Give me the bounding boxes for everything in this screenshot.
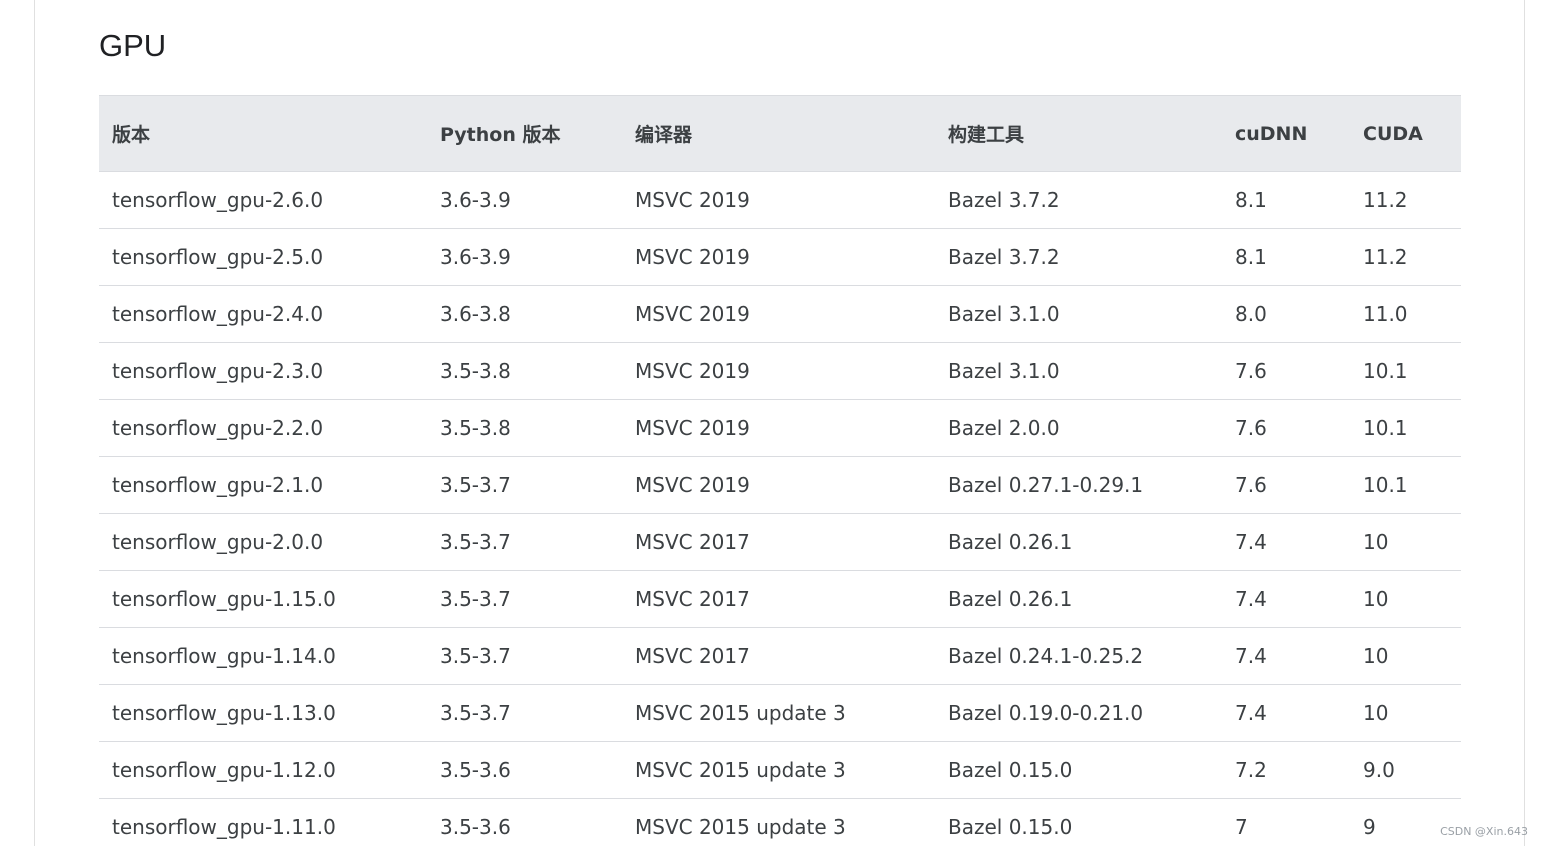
cell-compiler: MSVC 2015 update 3 [622,741,935,799]
cell-cudnn: 8.1 [1222,228,1350,286]
content-frame-left-border [34,0,35,846]
cell-cudnn: 8.0 [1222,285,1350,343]
column-header-build-tool: 构建工具 [935,95,1222,172]
table-row: tensorflow_gpu-2.5.0 3.6-3.9 MSVC 2019 Baze… [99,228,1461,286]
gpu-build-config-table: 版本 Python 版本 编译器 构建工具 cuDNN CUDA tensorflow_g… [99,95,1461,846]
cell-python-version: 3.6-3.9 [427,228,622,286]
cell-cuda: 10 [1350,570,1461,628]
cell-compiler: MSVC 2015 update 3 [622,798,935,846]
cell-version: tensorflow_gpu-1.11.0 [99,798,427,846]
cell-cuda: 10.1 [1350,399,1461,457]
cell-cuda: 11.2 [1350,228,1461,286]
cell-build-tool: Bazel 0.24.1-0.25.2 [935,627,1222,685]
cell-python-version: 3.5-3.7 [427,684,622,742]
cell-compiler: MSVC 2019 [622,228,935,286]
cell-cuda: 10 [1350,513,1461,571]
cell-cudnn: 7.4 [1222,513,1350,571]
table-header-row: 版本 Python 版本 编译器 构建工具 cuDNN CUDA [99,95,1461,172]
cell-cudnn: 8.1 [1222,171,1350,229]
cell-version: tensorflow_gpu-2.6.0 [99,171,427,229]
cell-cudnn: 7.6 [1222,456,1350,514]
cell-build-tool: Bazel 3.7.2 [935,171,1222,229]
cell-python-version: 3.5-3.6 [427,798,622,846]
cell-python-version: 3.6-3.9 [427,171,622,229]
cell-compiler: MSVC 2019 [622,171,935,229]
cell-compiler: MSVC 2017 [622,627,935,685]
table-row: tensorflow_gpu-2.3.0 3.5-3.8 MSVC 2019 Baze… [99,342,1461,400]
cell-cuda: 10 [1350,684,1461,742]
cell-build-tool: Bazel 0.15.0 [935,798,1222,846]
cell-cuda: 10.1 [1350,456,1461,514]
cell-build-tool: Bazel 0.19.0-0.21.0 [935,684,1222,742]
cell-version: tensorflow_gpu-1.15.0 [99,570,427,628]
cell-build-tool: Bazel 0.15.0 [935,741,1222,799]
table-row: tensorflow_gpu-1.14.0 3.5-3.7 MSVC 2017 Baz… [99,627,1461,685]
cell-cudnn: 7 [1222,798,1350,846]
cell-version: tensorflow_gpu-2.5.0 [99,228,427,286]
table-row: tensorflow_gpu-1.12.0 3.5-3.6 MSVC 2015 up… [99,741,1461,799]
cell-python-version: 3.5-3.7 [427,570,622,628]
cell-version: tensorflow_gpu-1.12.0 [99,741,427,799]
cell-compiler: MSVC 2019 [622,285,935,343]
table-row: tensorflow_gpu-1.11.0 3.5-3.6 MSVC 2015 up… [99,798,1461,846]
table-row: tensorflow_gpu-1.15.0 3.5-3.7 MSVC 2017 Baz… [99,570,1461,628]
cell-cudnn: 7.4 [1222,684,1350,742]
column-header-version: 版本 [99,95,427,172]
table-body: tensorflow_gpu-2.6.0 3.6-3.9 MSVC 2019 Baze… [99,171,1461,846]
table-row: tensorflow_gpu-1.13.0 3.5-3.7 MSVC 2015 up… [99,684,1461,742]
cell-version: tensorflow_gpu-2.0.0 [99,513,427,571]
cell-compiler: MSVC 2017 [622,570,935,628]
table-header: 版本 Python 版本 编译器 构建工具 cuDNN CUDA [99,95,1461,172]
cell-compiler: MSVC 2019 [622,456,935,514]
cell-cuda: 10.1 [1350,342,1461,400]
watermark: CSDN @Xin.643 [1440,825,1528,838]
cell-compiler: MSVC 2017 [622,513,935,571]
cell-cudnn: 7.6 [1222,399,1350,457]
cell-build-tool: Bazel 3.7.2 [935,228,1222,286]
cell-cuda: 11.0 [1350,285,1461,343]
cell-python-version: 3.5-3.6 [427,741,622,799]
column-header-compiler: 编译器 [622,95,935,172]
cell-build-tool: Bazel 2.0.0 [935,399,1222,457]
content-frame-right-border [1524,0,1525,846]
cell-compiler: MSVC 2019 [622,342,935,400]
table-row: tensorflow_gpu-2.0.0 3.5-3.7 MSVC 2017 Baze… [99,513,1461,571]
cell-python-version: 3.5-3.8 [427,342,622,400]
cell-build-tool: Bazel 3.1.0 [935,342,1222,400]
column-header-cudnn: cuDNN [1222,95,1350,172]
cell-cudnn: 7.6 [1222,342,1350,400]
section-heading: GPU [99,28,167,63]
cell-version: tensorflow_gpu-2.3.0 [99,342,427,400]
page: GPU 版本 Python 版本 编译器 构建工具 cuDNN CUDA tensorfl… [0,0,1543,846]
table-row: tensorflow_gpu-2.2.0 3.5-3.8 MSVC 2019 Baze… [99,399,1461,457]
table-row: tensorflow_gpu-2.4.0 3.6-3.8 MSVC 2019 Baze… [99,285,1461,343]
cell-cuda: 10 [1350,627,1461,685]
cell-cudnn: 7.4 [1222,570,1350,628]
cell-version: tensorflow_gpu-2.4.0 [99,285,427,343]
cell-build-tool: Bazel 0.26.1 [935,513,1222,571]
cell-cuda: 9 [1350,798,1461,846]
cell-build-tool: Bazel 3.1.0 [935,285,1222,343]
cell-python-version: 3.5-3.7 [427,456,622,514]
table-row: tensorflow_gpu-2.1.0 3.5-3.7 MSVC 2019 Baze… [99,456,1461,514]
cell-build-tool: Bazel 0.27.1-0.29.1 [935,456,1222,514]
cell-cudnn: 7.2 [1222,741,1350,799]
table-row: tensorflow_gpu-2.6.0 3.6-3.9 MSVC 2019 Baze… [99,171,1461,229]
cell-python-version: 3.5-3.7 [427,513,622,571]
cell-version: tensorflow_gpu-2.1.0 [99,456,427,514]
cell-cudnn: 7.4 [1222,627,1350,685]
cell-python-version: 3.5-3.7 [427,627,622,685]
cell-version: tensorflow_gpu-1.14.0 [99,627,427,685]
cell-compiler: MSVC 2015 update 3 [622,684,935,742]
cell-cuda: 11.2 [1350,171,1461,229]
column-header-python-version: Python 版本 [427,95,622,172]
cell-compiler: MSVC 2019 [622,399,935,457]
cell-cuda: 9.0 [1350,741,1461,799]
column-header-cuda: CUDA [1350,95,1461,172]
cell-version: tensorflow_gpu-1.13.0 [99,684,427,742]
cell-python-version: 3.5-3.8 [427,399,622,457]
cell-python-version: 3.6-3.8 [427,285,622,343]
cell-version: tensorflow_gpu-2.2.0 [99,399,427,457]
cell-build-tool: Bazel 0.26.1 [935,570,1222,628]
